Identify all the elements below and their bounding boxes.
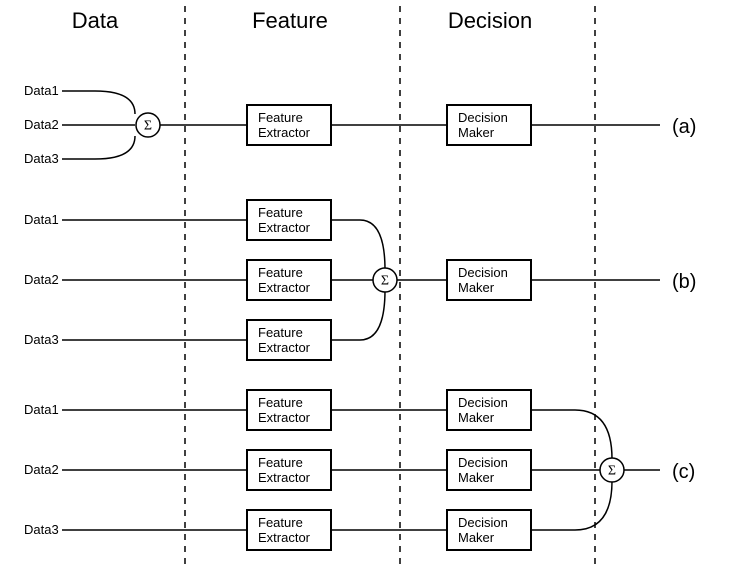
column-header-feature: Feature <box>252 8 328 33</box>
svg-text:Σ: Σ <box>608 464 616 479</box>
data2-label: Data2 <box>24 117 59 132</box>
svg-text:Decision: Decision <box>458 515 508 530</box>
fe-line1: Feature <box>258 110 303 125</box>
fusion-architectures-diagram: Data Feature Decision Data1 Data2 Data3 … <box>0 0 732 575</box>
svg-text:Decision: Decision <box>458 265 508 280</box>
data2-label: Data2 <box>24 462 59 477</box>
wire-c-dm1-sig <box>531 410 612 459</box>
svg-text:Feature: Feature <box>258 395 303 410</box>
svg-text:Feature: Feature <box>258 325 303 340</box>
fe-line2: Extractor <box>258 125 311 140</box>
svg-text:Extractor: Extractor <box>258 220 311 235</box>
wire-b-fe1-sig <box>331 220 385 270</box>
wire-a-d3 <box>62 136 135 159</box>
svg-text:Σ: Σ <box>381 274 389 289</box>
row-c: Data1 Data2 Data3 Feature Extractor Feat… <box>24 390 695 550</box>
svg-text:Extractor: Extractor <box>258 410 311 425</box>
svg-text:Maker: Maker <box>458 530 495 545</box>
svg-text:Feature: Feature <box>258 515 303 530</box>
sigma-text: Σ <box>144 119 152 134</box>
dm-line1: Decision <box>458 110 508 125</box>
data3-label: Data3 <box>24 151 59 166</box>
column-header-decision: Decision <box>448 8 532 33</box>
row-label-c: (c) <box>672 461 695 483</box>
svg-text:Feature: Feature <box>258 455 303 470</box>
svg-text:Extractor: Extractor <box>258 340 311 355</box>
data3-label: Data3 <box>24 522 59 537</box>
svg-text:Extractor: Extractor <box>258 470 311 485</box>
column-header-data: Data <box>72 8 119 33</box>
data2-label: Data2 <box>24 272 59 287</box>
row-label-a: (a) <box>672 116 696 138</box>
svg-text:Extractor: Extractor <box>258 530 311 545</box>
data1-label: Data1 <box>24 83 59 98</box>
row-label-b: (b) <box>672 271 696 293</box>
dm-line2: Maker <box>458 125 495 140</box>
svg-text:Decision: Decision <box>458 395 508 410</box>
svg-text:Feature: Feature <box>258 205 303 220</box>
svg-text:Maker: Maker <box>458 410 495 425</box>
wire-c-dm3-sig <box>531 481 612 530</box>
svg-text:Maker: Maker <box>458 280 495 295</box>
data1-label: Data1 <box>24 402 59 417</box>
svg-text:Extractor: Extractor <box>258 280 311 295</box>
svg-text:Decision: Decision <box>458 455 508 470</box>
data1-label: Data1 <box>24 212 59 227</box>
svg-text:Feature: Feature <box>258 265 303 280</box>
wire-a-d1 <box>62 91 135 114</box>
svg-text:Maker: Maker <box>458 470 495 485</box>
wire-b-fe3-sig <box>331 290 385 340</box>
data3-label: Data3 <box>24 332 59 347</box>
